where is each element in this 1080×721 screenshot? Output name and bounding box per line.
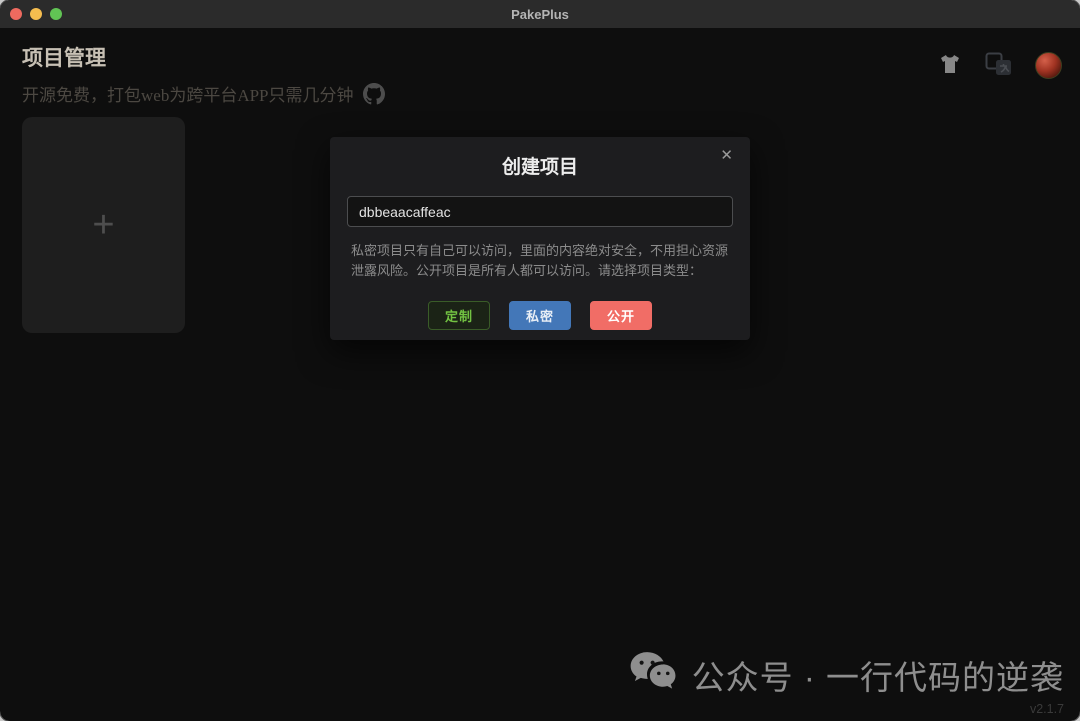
version-label: v2.1.7 (1030, 702, 1064, 716)
zoom-window-button[interactable] (50, 8, 62, 20)
create-project-dialog: ✕ 创建项目 私密项目只有自己可以访问，里面的内容绝对安全，不用担心资源泄露风险… (330, 137, 750, 340)
dialog-close-button[interactable]: ✕ (718, 146, 735, 165)
page-subtitle: 开源免费，打包web为跨平台APP只需几分钟 (22, 81, 385, 106)
add-project-card[interactable]: + (22, 117, 185, 333)
private-button[interactable]: 私密 (509, 301, 571, 330)
watermark: 公众号 · 一行代码的逆袭 (629, 650, 1064, 699)
wechat-icon (629, 650, 679, 699)
close-window-button[interactable] (10, 8, 22, 20)
plus-icon: + (92, 206, 114, 244)
dialog-title: 创建项目 (330, 152, 750, 179)
tshirt-icon (937, 52, 963, 79)
language-switch-button[interactable] (985, 52, 1013, 79)
dialog-description: 私密项目只有自己可以访问，里面的内容绝对安全，不用担心资源泄露风险。公开项目是所… (351, 241, 729, 281)
theme-tshirt-button[interactable] (937, 52, 963, 79)
user-avatar-button[interactable] (1035, 52, 1062, 79)
public-button[interactable]: 公开 (590, 301, 652, 330)
window-title: PakePlus (0, 7, 1080, 22)
github-icon[interactable] (363, 83, 385, 105)
custom-button[interactable]: 定制 (428, 301, 490, 330)
page-subtitle-text: 开源免费，打包web为跨平台APP只需几分钟 (22, 81, 354, 106)
traffic-lights (10, 8, 62, 20)
page-title: 项目管理 (22, 42, 385, 72)
titlebar: PakePlus (0, 0, 1080, 28)
toolbar (937, 52, 1062, 79)
app-window: PakePlus 项目管理 开源免费，打包web为跨平台APP只需几分钟 (0, 0, 1080, 721)
language-switch-icon (985, 52, 1013, 79)
dialog-footer: 定制 私密 公开 (330, 301, 750, 330)
page-header: 项目管理 开源免费，打包web为跨平台APP只需几分钟 (22, 42, 385, 106)
watermark-text: 公众号 · 一行代码的逆袭 (692, 651, 1064, 699)
minimize-window-button[interactable] (30, 8, 42, 20)
project-name-input[interactable] (347, 196, 733, 227)
avatar (1035, 52, 1062, 79)
